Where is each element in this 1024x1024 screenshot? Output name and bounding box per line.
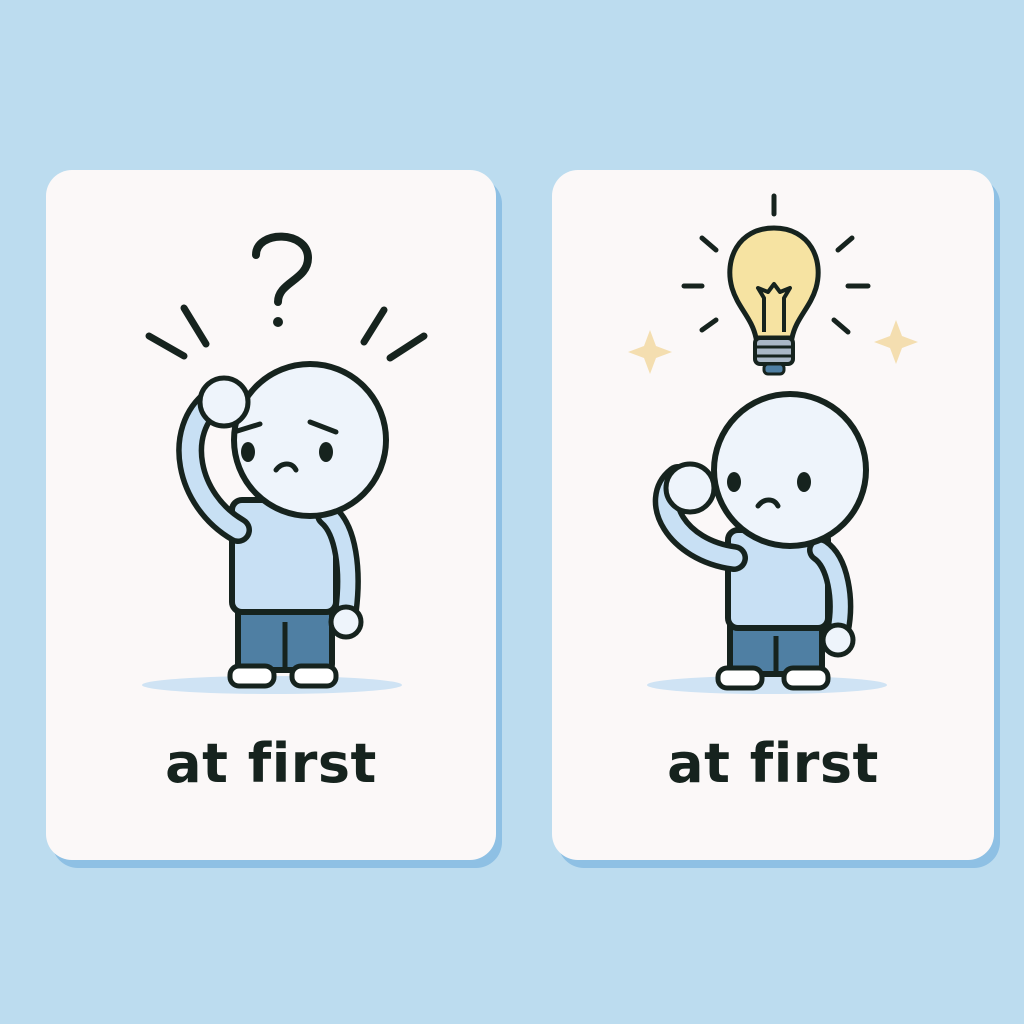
head	[231, 361, 389, 519]
idea-person-illustration	[628, 193, 918, 694]
stress-lines-icon	[145, 304, 428, 362]
question-mark-icon	[252, 232, 313, 327]
caption-right: at first	[667, 732, 879, 795]
floor-shadow	[647, 676, 887, 694]
confused-person-illustration	[142, 232, 428, 694]
lightbulb-icon	[727, 225, 821, 376]
flashcard-right: at first	[552, 170, 994, 860]
flashcard-left: at first	[46, 170, 496, 860]
head	[711, 391, 869, 549]
caption-left: at first	[165, 732, 377, 795]
